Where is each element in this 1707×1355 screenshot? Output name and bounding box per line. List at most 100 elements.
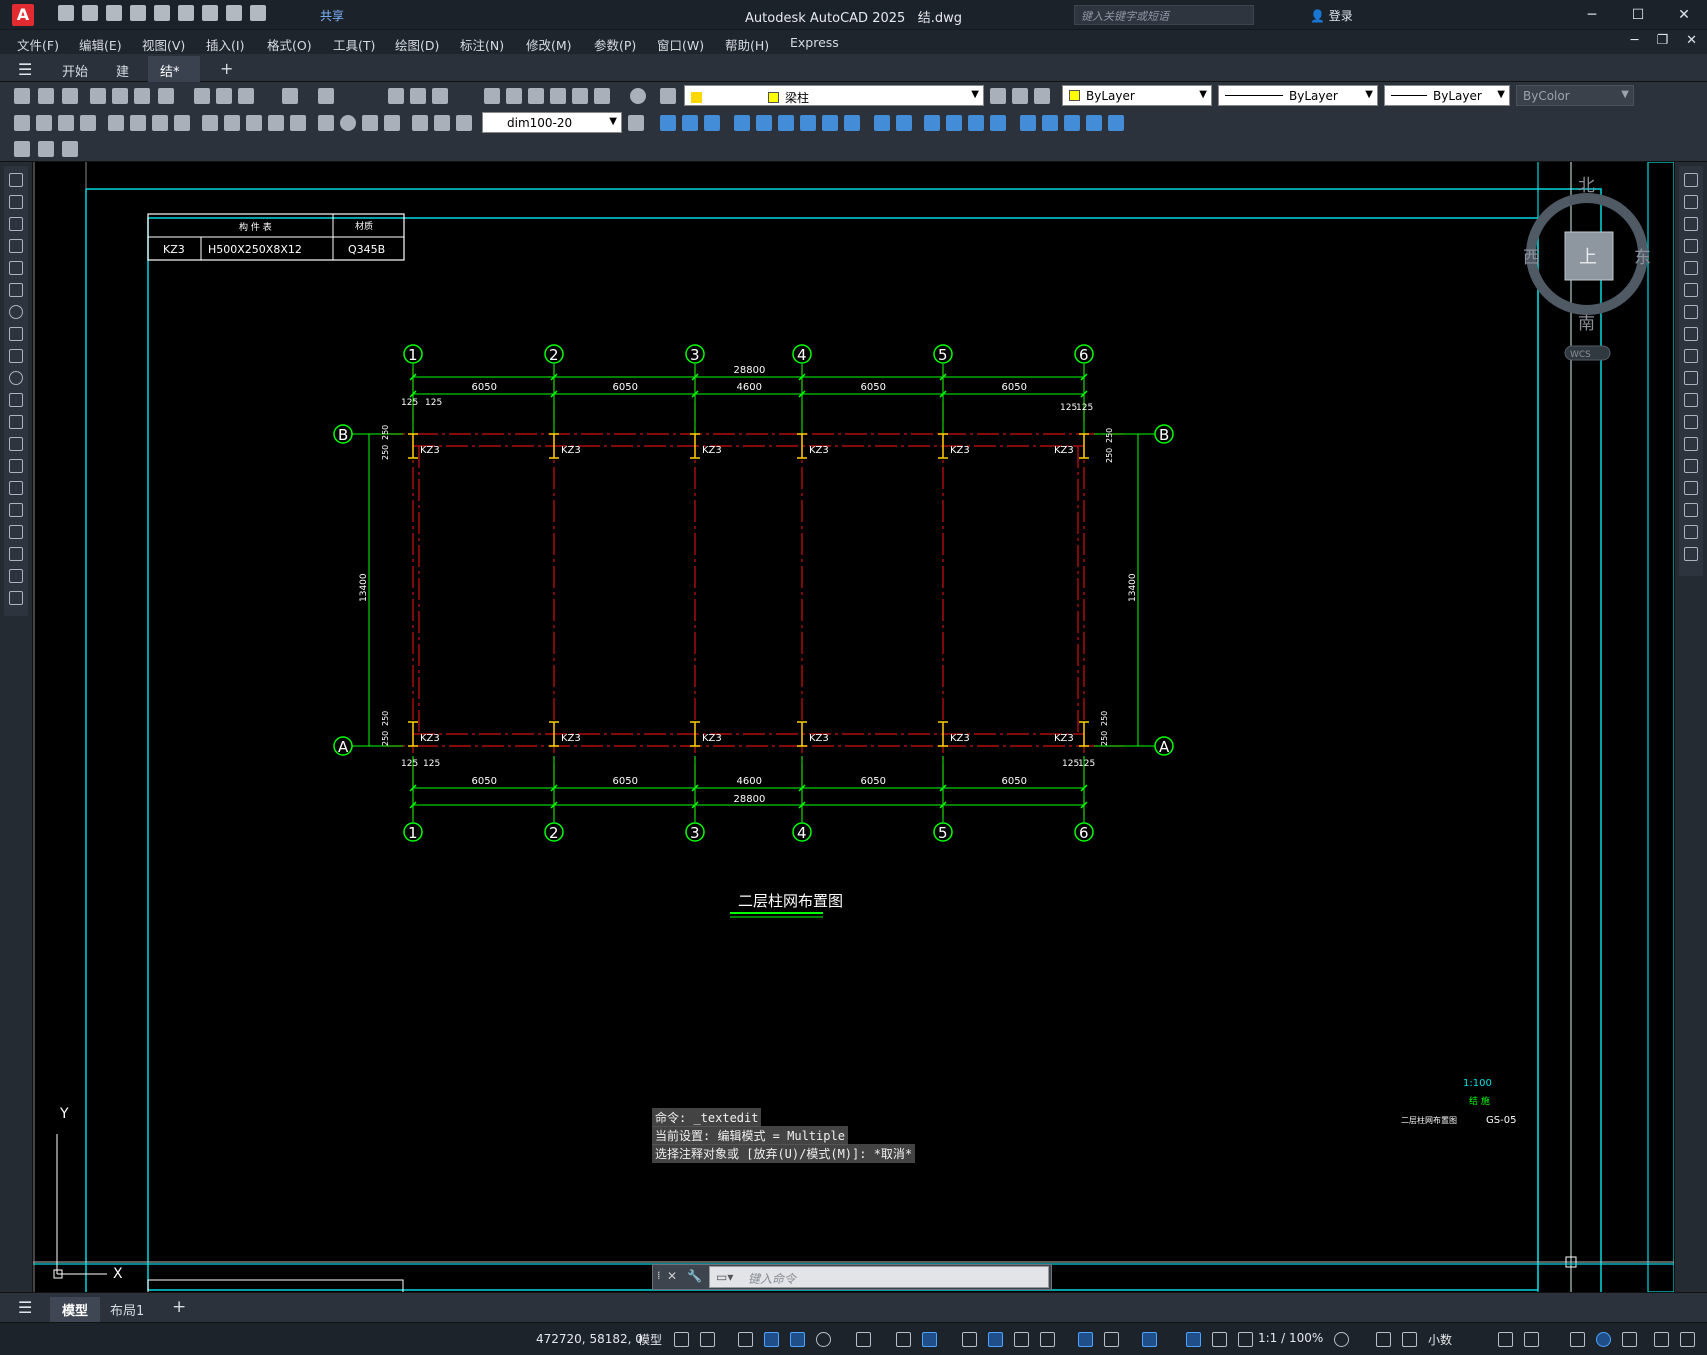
block-save-icon[interactable]: [38, 141, 54, 157]
menu-insert[interactable]: 插入(I): [206, 35, 244, 54]
calculator-icon[interactable]: [594, 88, 610, 104]
add-selected-icon[interactable]: [9, 591, 23, 605]
chamfer-icon[interactable]: [1684, 481, 1698, 495]
view-icon-13[interactable]: [946, 115, 962, 131]
block-editor-icon[interactable]: [14, 141, 30, 157]
redo-icon[interactable]: [250, 5, 266, 21]
markup-icon[interactable]: [572, 88, 588, 104]
linetype-dropdown[interactable]: ByLayer ▼: [1218, 85, 1378, 106]
dim-edit-icon[interactable]: [412, 115, 428, 131]
diameter-dim-icon[interactable]: [152, 115, 168, 131]
view-icon-15[interactable]: [990, 115, 1006, 131]
quick-dim-icon[interactable]: [202, 115, 218, 131]
table-icon[interactable]: [9, 547, 23, 561]
spline-icon[interactable]: [9, 349, 23, 363]
layer-properties-icon[interactable]: [660, 88, 676, 104]
arc-icon[interactable]: [9, 283, 23, 297]
arc-length-icon[interactable]: [58, 115, 74, 131]
plot-icon[interactable]: [90, 88, 106, 104]
radius-dim-icon[interactable]: [108, 115, 124, 131]
model-space-toggle[interactable]: 模型: [638, 1331, 662, 1348]
menu-dimension[interactable]: 标注(N): [460, 35, 504, 54]
inspect-icon[interactable]: [362, 115, 378, 131]
xline-icon[interactable]: [9, 195, 23, 209]
dim-text-edit-icon[interactable]: [434, 115, 450, 131]
annotation-monitor-icon[interactable]: [1376, 1332, 1391, 1347]
tab-layout1[interactable]: 布局1: [98, 1297, 156, 1322]
auto-scale-icon[interactable]: [1212, 1332, 1227, 1347]
angular-dim-icon[interactable]: [174, 115, 190, 131]
undo-icon[interactable]: [282, 88, 298, 104]
menu-parametric[interactable]: 参数(P): [594, 35, 636, 54]
move-icon[interactable]: [1684, 283, 1698, 297]
compass-north[interactable]: 北: [1578, 176, 1595, 196]
annotation-scale-icon[interactable]: [1238, 1332, 1253, 1347]
new-tab-button[interactable]: +: [208, 56, 245, 82]
menu-file[interactable]: 文件(F): [17, 35, 59, 54]
insert-block-icon[interactable]: [9, 415, 23, 429]
space-dim-icon[interactable]: [268, 115, 284, 131]
doc-restore-icon[interactable]: ❐: [1656, 33, 1668, 48]
customization-icon[interactable]: [1654, 1332, 1669, 1347]
view-icon-12[interactable]: [924, 115, 940, 131]
polyline-icon[interactable]: [9, 217, 23, 231]
break-dim-icon[interactable]: [290, 115, 306, 131]
copy-object-icon[interactable]: [1684, 195, 1698, 209]
redo-icon[interactable]: [318, 88, 334, 104]
object-snap-icon[interactable]: [922, 1332, 937, 1347]
view-icon-18[interactable]: [1064, 115, 1080, 131]
selection-cycling-icon[interactable]: [1014, 1332, 1029, 1347]
graphics-performance-icon[interactable]: [1596, 1332, 1611, 1347]
rectangle-icon[interactable]: [9, 261, 23, 275]
maximize-button[interactable]: ☐: [1615, 0, 1661, 30]
transparency-icon[interactable]: [988, 1332, 1003, 1347]
compass-south[interactable]: 南: [1578, 314, 1595, 334]
undo-icon[interactable]: [226, 5, 242, 21]
ordinate-dim-icon[interactable]: [80, 115, 96, 131]
fullscreen-icon[interactable]: [1680, 1332, 1695, 1347]
menu-format[interactable]: 格式(O): [267, 35, 312, 54]
explode-icon[interactable]: [1684, 547, 1698, 561]
menu-express[interactable]: Express: [790, 35, 839, 50]
doc-close-icon[interactable]: ✕: [1686, 33, 1697, 48]
command-input[interactable]: ▭▾ 键入命令: [709, 1266, 1049, 1288]
view-icon-11[interactable]: [896, 115, 912, 131]
minimize-button[interactable]: ─: [1569, 0, 1615, 30]
polygon-icon[interactable]: [9, 239, 23, 253]
color-dropdown[interactable]: ByLayer ▼: [1062, 85, 1212, 106]
view-icon-19[interactable]: [1086, 115, 1102, 131]
copy-icon[interactable]: [194, 88, 210, 104]
save-as-icon[interactable]: [130, 5, 146, 21]
pan-icon[interactable]: [388, 88, 404, 104]
view-icon-14[interactable]: [968, 115, 984, 131]
lineweight-dropdown[interactable]: ByLayer ▼: [1384, 85, 1510, 106]
aligned-dim-icon[interactable]: [36, 115, 52, 131]
selection-filter-icon[interactable]: [1104, 1332, 1119, 1347]
lock-ui-icon[interactable]: [1524, 1332, 1539, 1347]
isolate-objects-icon[interactable]: [1570, 1332, 1585, 1347]
units-icon[interactable]: [1402, 1332, 1417, 1347]
command-recent-icon[interactable]: ▭▾: [716, 1270, 733, 1284]
menu-hamburger-icon[interactable]: ☰: [18, 60, 32, 79]
make-block-icon[interactable]: [9, 437, 23, 451]
circle-icon[interactable]: [9, 305, 23, 319]
preview-icon[interactable]: [112, 88, 128, 104]
infer-constraints-icon[interactable]: [738, 1332, 753, 1347]
join-icon[interactable]: [1684, 459, 1698, 473]
customize-wrench-icon[interactable]: 🔧: [687, 1269, 702, 1283]
region-icon[interactable]: [9, 525, 23, 539]
tab-model[interactable]: 模型: [50, 1297, 101, 1322]
tool-palettes-icon[interactable]: [528, 88, 544, 104]
polar-tracking-icon[interactable]: [816, 1332, 831, 1347]
extend-icon[interactable]: [1684, 393, 1698, 407]
fillet-icon[interactable]: [1684, 503, 1698, 517]
point-icon[interactable]: [9, 459, 23, 473]
view-icon-20[interactable]: [1108, 115, 1124, 131]
view-icon-9[interactable]: [844, 115, 860, 131]
properties-icon[interactable]: [484, 88, 500, 104]
designcenter-icon[interactable]: [506, 88, 522, 104]
revcloud-icon[interactable]: [9, 327, 23, 341]
tab-jian[interactable]: 建: [104, 56, 141, 82]
share-button[interactable]: 共享: [320, 7, 344, 24]
tab-jie[interactable]: 结* ✕: [148, 56, 200, 94]
